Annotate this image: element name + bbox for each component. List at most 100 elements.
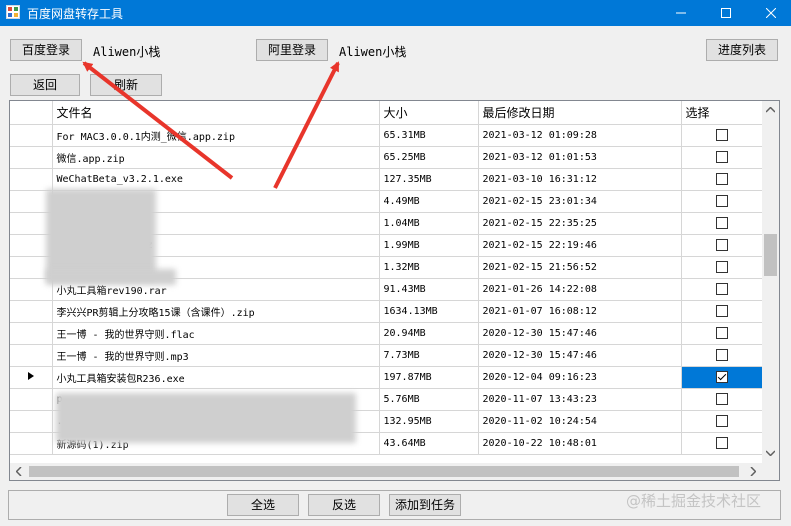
select-checkbox[interactable] bbox=[715, 217, 728, 229]
table-row[interactable]: 小丸工具箱安装包R236.exe 197.87MB 2020-12-04 09:16… bbox=[10, 366, 763, 389]
cell-size: 132.95MB bbox=[379, 410, 479, 433]
cell-date: 2020-10-22 10:48:01 bbox=[478, 432, 682, 455]
cell-date: 2021-02-15 21:56:52 bbox=[478, 256, 682, 279]
cell-date: 2021-01-07 16:08:12 bbox=[478, 300, 682, 323]
select-checkbox[interactable] bbox=[715, 305, 728, 317]
column-header-date[interactable]: 最后修改日期 bbox=[478, 101, 682, 125]
cell-size: 65.25MB bbox=[379, 146, 479, 169]
table-row[interactable]: 微信.app.zip 65.25MB 2021-03-12 01:01:53 bbox=[10, 146, 763, 169]
select-checkbox[interactable] bbox=[715, 173, 728, 185]
cell-size: 1634.13MB bbox=[379, 300, 479, 323]
cell-size: 1.04MB bbox=[379, 212, 479, 235]
column-header-size[interactable]: 大小 bbox=[379, 101, 479, 125]
row-header[interactable] bbox=[10, 124, 53, 147]
baidu-login-button[interactable]: 百度登录 bbox=[10, 39, 82, 61]
cell-size: 197.87MB bbox=[379, 366, 479, 389]
select-checkbox[interactable] bbox=[715, 415, 728, 427]
cell-date: 2021-03-10 16:31:12 bbox=[478, 168, 682, 191]
select-all-button[interactable]: 全选 bbox=[227, 494, 299, 516]
scroll-right-icon[interactable] bbox=[750, 467, 756, 476]
cell-select bbox=[681, 344, 763, 367]
progress-list-button[interactable]: 进度列表 bbox=[706, 39, 778, 61]
select-checkbox[interactable] bbox=[715, 327, 728, 339]
cell-size: 1.32MB bbox=[379, 256, 479, 279]
table-header: 文件名 大小 最后修改日期 选择 bbox=[10, 101, 763, 125]
back-button[interactable]: 返回 bbox=[10, 74, 80, 96]
close-icon bbox=[766, 8, 776, 18]
vertical-scrollbar[interactable] bbox=[762, 101, 779, 463]
row-header[interactable] bbox=[10, 168, 53, 191]
cell-date: 2020-11-07 13:43:23 bbox=[478, 388, 682, 411]
cell-select bbox=[681, 410, 763, 433]
row-header[interactable] bbox=[10, 410, 53, 433]
table-row[interactable]: WeChatBeta_v3.2.1.exe 127.35MB 2021-03-10 … bbox=[10, 168, 763, 191]
cell-select bbox=[681, 256, 763, 279]
column-header-select[interactable]: 选择 bbox=[681, 101, 763, 125]
cell-select bbox=[681, 388, 763, 411]
table-row[interactable]: 王一博 - 我的世界守则.mp3 7.73MB 2020-12-30 15:47:4… bbox=[10, 344, 763, 367]
maximize-icon bbox=[721, 8, 731, 18]
scroll-left-icon[interactable] bbox=[16, 467, 22, 476]
select-checkbox[interactable] bbox=[715, 195, 728, 207]
close-button[interactable] bbox=[749, 0, 791, 26]
row-header[interactable] bbox=[10, 388, 53, 411]
cell-select bbox=[681, 234, 763, 257]
table-row[interactable]: 李兴兴PR剪辑上分攻略15课（含课件）.zip 1634.13MB 2021-01-… bbox=[10, 300, 763, 323]
select-checkbox[interactable] bbox=[715, 437, 728, 449]
cell-size: 5.76MB bbox=[379, 388, 479, 411]
horizontal-scrollbar[interactable] bbox=[10, 463, 762, 480]
ali-login-button[interactable]: 阿里登录 bbox=[256, 39, 328, 61]
cell-select bbox=[681, 432, 763, 455]
select-checkbox[interactable] bbox=[715, 151, 728, 163]
cell-select bbox=[681, 366, 763, 389]
add-to-task-button[interactable]: 添加到任务 bbox=[389, 494, 461, 516]
cell-date: 2020-12-30 15:47:46 bbox=[478, 344, 682, 367]
cell-select bbox=[681, 212, 763, 235]
minimize-button[interactable] bbox=[659, 0, 703, 26]
select-checkbox[interactable] bbox=[715, 239, 728, 251]
select-checkbox[interactable] bbox=[715, 283, 728, 295]
select-checkbox[interactable] bbox=[715, 349, 728, 361]
scroll-up-icon[interactable] bbox=[766, 107, 775, 113]
cell-filename: 小丸工具箱安装包R236.exe bbox=[52, 366, 380, 389]
vertical-scroll-thumb[interactable] bbox=[764, 234, 777, 276]
row-header-corner bbox=[10, 101, 53, 125]
title-bar: 百度网盘转存工具 bbox=[0, 0, 791, 26]
blurred-filename-region bbox=[46, 189, 156, 281]
cell-date: 2020-12-30 15:47:46 bbox=[478, 322, 682, 345]
row-header[interactable] bbox=[10, 300, 53, 323]
row-header[interactable] bbox=[10, 146, 53, 169]
cell-size: 65.31MB bbox=[379, 124, 479, 147]
cell-select bbox=[681, 278, 763, 301]
cell-select bbox=[681, 300, 763, 323]
select-checkbox[interactable] bbox=[715, 371, 728, 383]
select-checkbox[interactable] bbox=[715, 393, 728, 405]
table-row[interactable]: For MAC3.0.0.1内测_微信.app.zip 65.31MB 2021-0… bbox=[10, 124, 763, 147]
file-grid[interactable]: 文件名 大小 最后修改日期 选择 For MAC3.0.0.1内测_微信.app… bbox=[9, 100, 780, 481]
row-header[interactable] bbox=[10, 366, 53, 389]
invert-selection-button[interactable]: 反选 bbox=[308, 494, 380, 516]
maximize-button[interactable] bbox=[704, 0, 748, 26]
table-row[interactable]: 王一博 - 我的世界守则.flac 20.94MB 2020-12-30 15:47… bbox=[10, 322, 763, 345]
horizontal-scroll-thumb[interactable] bbox=[29, 466, 739, 477]
minimize-icon bbox=[676, 12, 686, 14]
row-header[interactable] bbox=[10, 344, 53, 367]
app-icon bbox=[6, 5, 20, 19]
cell-size: 43.64MB bbox=[379, 432, 479, 455]
cell-select bbox=[681, 146, 763, 169]
refresh-button[interactable]: 刷新 bbox=[90, 74, 162, 96]
cell-date: 2020-11-02 10:24:54 bbox=[478, 410, 682, 433]
baidu-user-label: Aliwen小栈 bbox=[93, 45, 161, 59]
cell-size: 7.73MB bbox=[379, 344, 479, 367]
cell-size: 91.43MB bbox=[379, 278, 479, 301]
select-checkbox[interactable] bbox=[715, 261, 728, 273]
select-checkbox[interactable] bbox=[715, 129, 728, 141]
cell-select bbox=[681, 322, 763, 345]
row-header[interactable] bbox=[10, 432, 53, 455]
column-header-filename[interactable]: 文件名 bbox=[52, 101, 380, 125]
cell-date: 2021-03-12 01:01:53 bbox=[478, 146, 682, 169]
cell-size: 127.35MB bbox=[379, 168, 479, 191]
cell-date: 2021-03-12 01:09:28 bbox=[478, 124, 682, 147]
row-header[interactable] bbox=[10, 322, 53, 345]
scroll-down-icon[interactable] bbox=[766, 450, 775, 456]
